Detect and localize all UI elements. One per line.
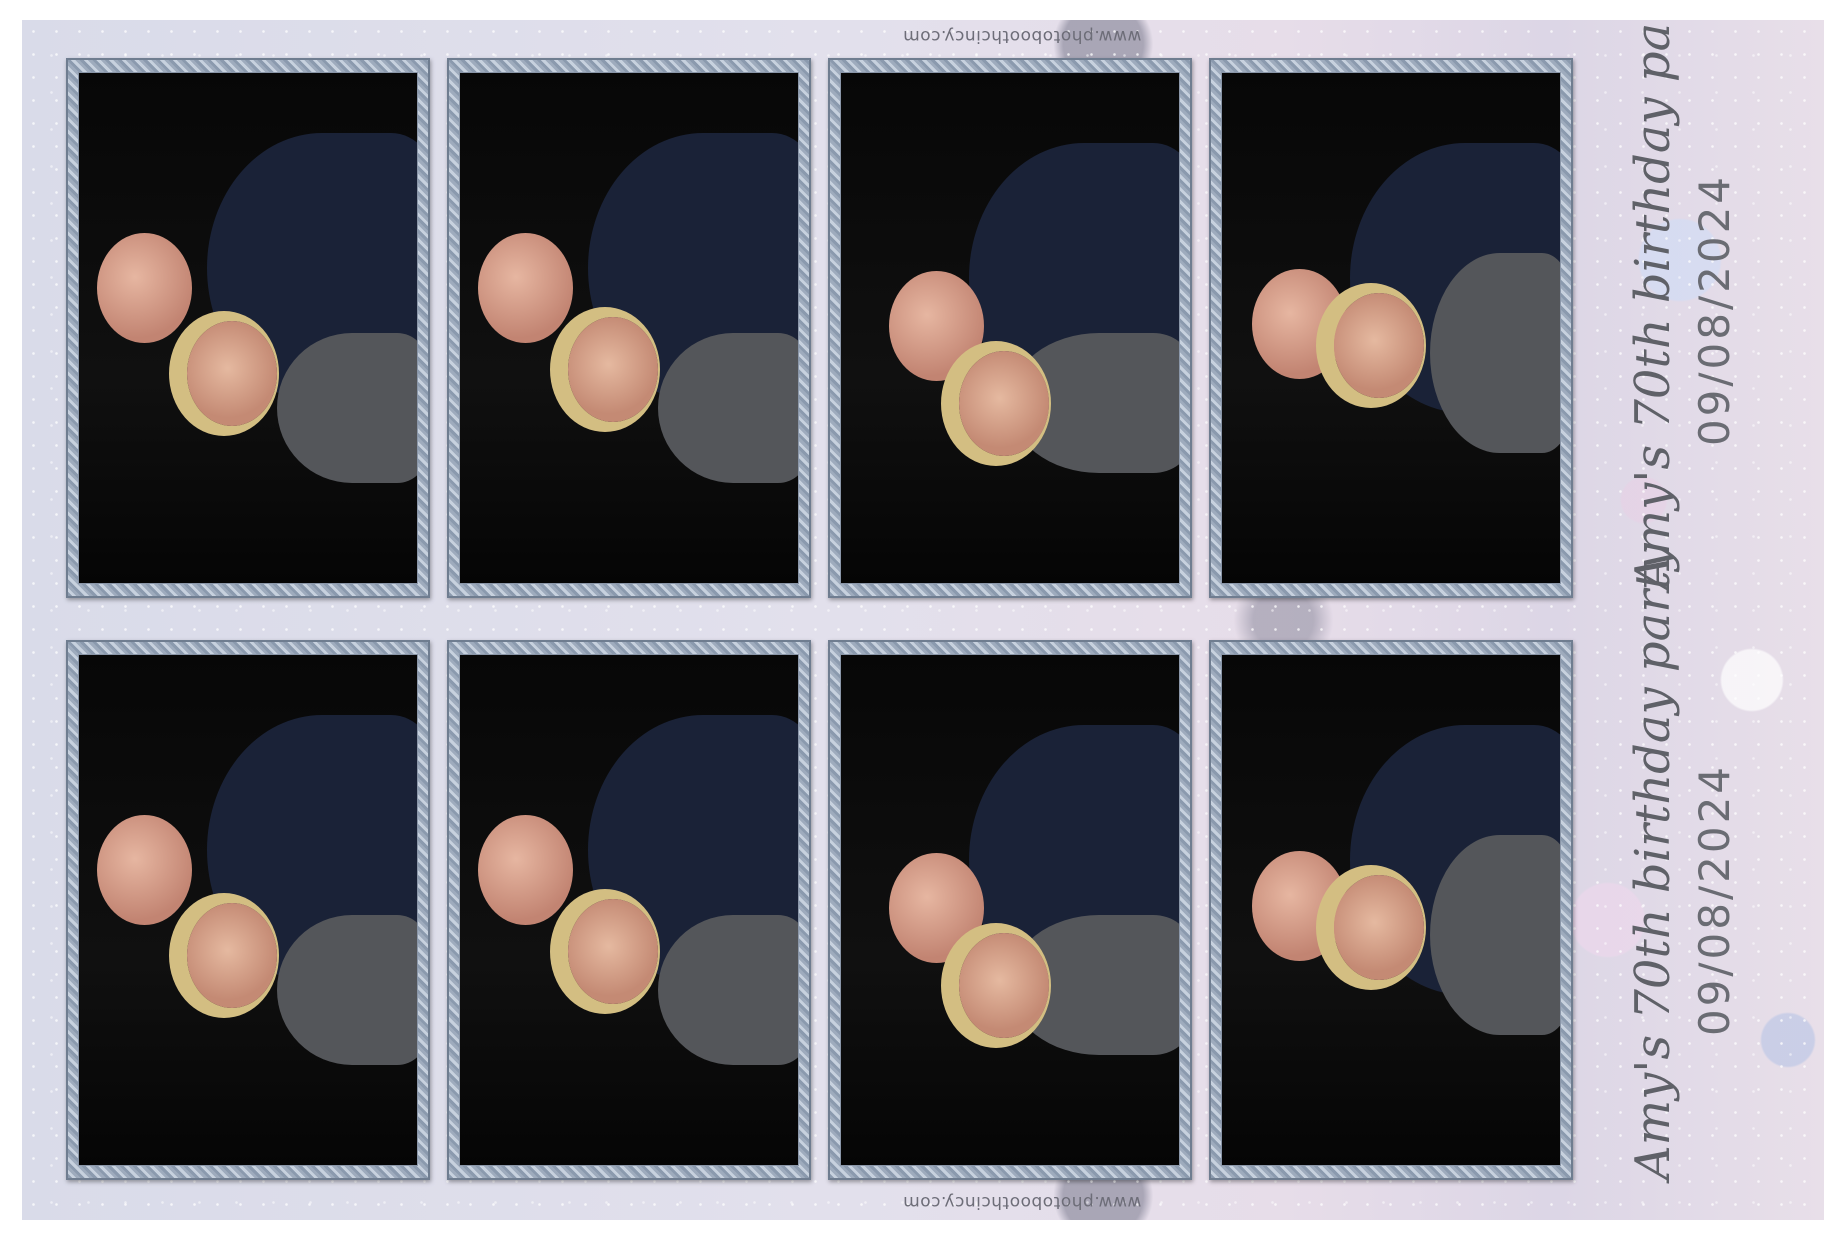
watermark-top: www.photoboothcincy.com xyxy=(902,26,1142,46)
woman-face xyxy=(1334,293,1424,398)
man-face xyxy=(1252,851,1347,961)
event-date: 09/08/2024 xyxy=(1690,763,1739,1037)
photo-1 xyxy=(78,72,418,584)
photo-frame-2 xyxy=(447,58,811,598)
woman-face xyxy=(187,321,277,426)
photo-frame-3 xyxy=(828,58,1192,598)
photo-strip-sheet: www.photoboothcincy.com www.photoboothci… xyxy=(22,20,1824,1220)
woman-blouse xyxy=(1430,253,1560,453)
woman-face xyxy=(959,351,1049,456)
photo-frame-6 xyxy=(447,640,811,1180)
man-face xyxy=(97,815,192,925)
photo-7 xyxy=(840,654,1180,1166)
woman-blouse xyxy=(658,915,798,1065)
man-face xyxy=(889,853,984,963)
woman-blouse xyxy=(277,333,417,483)
woman-face xyxy=(568,899,658,1004)
event-date: 09/08/2024 xyxy=(1690,173,1739,447)
photo-3 xyxy=(840,72,1180,584)
photo-frame-8 xyxy=(1209,640,1573,1180)
photo-2 xyxy=(459,72,799,584)
photo-frame-4 xyxy=(1209,58,1573,598)
man-face xyxy=(478,233,573,343)
man-face xyxy=(97,233,192,343)
photo-4 xyxy=(1221,72,1561,584)
caption-top-strip: Amy's 70th birthday party 09/08/2024 xyxy=(1622,20,1772,590)
man-face xyxy=(889,271,984,381)
watermark-bottom: www.photoboothcincy.com xyxy=(902,1192,1142,1212)
woman-blouse xyxy=(1430,835,1560,1035)
photo-5 xyxy=(78,654,418,1166)
event-title: Amy's 70th birthday party xyxy=(1625,20,1681,590)
caption-bottom-strip: Amy's 70th birthday party 09/08/2024 xyxy=(1622,543,1772,1180)
photo-frame-1 xyxy=(66,58,430,598)
photo-frame-5 xyxy=(66,640,430,1180)
woman-face xyxy=(959,933,1049,1038)
event-title: Amy's 70th birthday party xyxy=(1625,543,1681,1180)
photo-frame-7 xyxy=(828,640,1192,1180)
woman-face xyxy=(1334,875,1424,980)
man-face xyxy=(1252,269,1347,379)
man-face xyxy=(478,815,573,925)
woman-blouse xyxy=(658,333,798,483)
photo-8 xyxy=(1221,654,1561,1166)
woman-face xyxy=(187,903,277,1008)
photo-6 xyxy=(459,654,799,1166)
woman-face xyxy=(568,317,658,422)
woman-blouse xyxy=(277,915,417,1065)
